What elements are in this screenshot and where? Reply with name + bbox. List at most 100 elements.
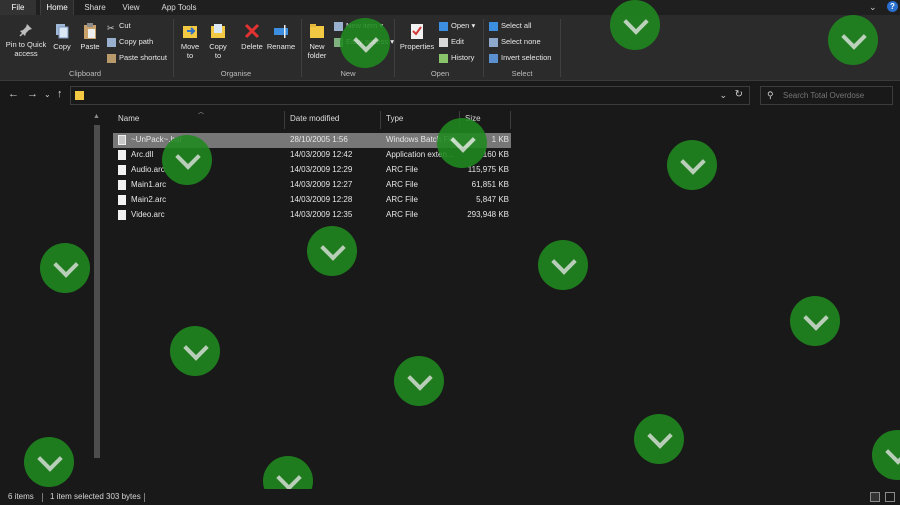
- recent-locations-chevron-icon[interactable]: ⌄: [44, 90, 51, 99]
- help-icon[interactable]: ?: [887, 1, 898, 12]
- rename-button[interactable]: Rename: [266, 22, 296, 51]
- file-row[interactable]: Arc.dll 14/03/2009 12:42 Application ext…: [113, 148, 511, 163]
- paste-shortcut-icon: [107, 53, 116, 63]
- tab-share[interactable]: Share: [78, 0, 112, 15]
- file-icon: [118, 165, 126, 175]
- file-row[interactable]: Main2.arc 14/03/2009 12:28 ARC File 5,84…: [113, 193, 511, 208]
- select-group-label: Select: [511, 69, 533, 78]
- new-item-button[interactable]: New item ▾: [334, 20, 383, 32]
- copy-to-button[interactable]: Copy to: [206, 22, 230, 60]
- back-arrow-icon[interactable]: ←: [8, 88, 19, 100]
- column-size[interactable]: Size: [465, 114, 481, 123]
- paste-button[interactable]: Paste: [78, 22, 102, 51]
- easy-access-button[interactable]: Easy access ▾: [334, 36, 394, 48]
- tab-file[interactable]: File: [0, 0, 36, 15]
- organise-group-label: Organise: [220, 69, 252, 78]
- dll-file-icon: [118, 150, 126, 160]
- file-type: Windows Batch File: [386, 135, 457, 144]
- scissors-icon: ✂: [107, 22, 115, 33]
- scroll-up-icon[interactable]: ▲: [93, 113, 100, 120]
- properties-label: Properties: [399, 42, 435, 51]
- select-all-label: Select all: [501, 21, 532, 30]
- delete-icon: [244, 23, 260, 39]
- file-type: ARC File: [386, 210, 419, 219]
- column-divider[interactable]: [284, 111, 285, 129]
- file-name: ~UnPack~.bat: [131, 135, 182, 144]
- file-icon: [118, 180, 126, 190]
- new-folder-button[interactable]: New folder: [305, 22, 329, 60]
- copy-icon: [56, 24, 69, 39]
- easy-access-icon: [334, 37, 343, 47]
- select-none-button[interactable]: Select none: [489, 36, 541, 48]
- history-label: History: [451, 53, 475, 62]
- copy-path-button[interactable]: Copy path: [107, 36, 153, 48]
- open-icon: [439, 21, 448, 31]
- sort-indicator-icon: ︿: [198, 110, 205, 116]
- edit-icon: [439, 37, 448, 47]
- search-input[interactable]: [783, 89, 888, 102]
- paste-shortcut-button[interactable]: Paste shortcut: [107, 52, 167, 64]
- edit-label: Edit: [451, 37, 464, 46]
- watermark-logo-icon: [667, 140, 717, 190]
- pin-to-quick-access-button[interactable]: Pin to Quick access: [3, 22, 49, 58]
- details-view-icon[interactable]: [870, 492, 880, 502]
- column-divider[interactable]: [510, 111, 511, 129]
- status-divider: [144, 493, 145, 502]
- search-box[interactable]: ⚲: [760, 86, 893, 105]
- history-button[interactable]: History: [439, 52, 474, 64]
- up-arrow-icon[interactable]: ↑: [57, 88, 63, 100]
- group-divider: [560, 19, 561, 77]
- properties-button[interactable]: Properties: [398, 22, 436, 51]
- copy-to-label: Copy to: [209, 42, 227, 60]
- file-row[interactable]: Video.arc 14/03/2009 12:35 ARC File 293,…: [113, 208, 511, 223]
- column-divider[interactable]: [380, 111, 381, 129]
- edit-button[interactable]: Edit: [439, 36, 464, 48]
- file-icon: [118, 195, 126, 205]
- cut-button[interactable]: ✂ Cut: [107, 20, 131, 33]
- new-folder-label: New folder: [307, 42, 327, 60]
- status-divider: [42, 493, 43, 502]
- column-name[interactable]: Name: [118, 114, 139, 123]
- vertical-scrollbar[interactable]: ▲: [92, 113, 102, 488]
- minimize-ribbon-icon[interactable]: ⌄: [869, 2, 877, 13]
- watermark-logo-icon: [307, 226, 357, 276]
- open-group-label: Open: [430, 69, 450, 78]
- file-size: 293,948 KB: [467, 210, 509, 219]
- file-row[interactable]: Main1.arc 14/03/2009 12:27 ARC File 61,8…: [113, 178, 511, 193]
- forward-arrow-icon[interactable]: →: [27, 88, 38, 100]
- large-icons-view-icon[interactable]: [885, 492, 895, 502]
- address-dropdown-icon[interactable]: ⌄: [719, 90, 727, 101]
- navigation-pane: [0, 109, 92, 489]
- file-row[interactable]: ~UnPack~.bat 28/10/2005 1:56 Windows Bat…: [113, 133, 511, 148]
- tab-app-tools[interactable]: App Tools: [153, 0, 205, 15]
- open-button[interactable]: Open ▾: [439, 20, 475, 32]
- clipboard-group-label: Clipboard: [68, 69, 102, 78]
- invert-selection-button[interactable]: Invert selection: [489, 52, 551, 64]
- file-type: ARC File: [386, 180, 419, 189]
- selection-info: 1 item selected 303 bytes: [50, 492, 141, 501]
- file-row[interactable]: Audio.arc 14/03/2009 12:29 ARC File 115,…: [113, 163, 511, 178]
- move-to-button[interactable]: Move to: [178, 22, 202, 60]
- pin-label: Pin to Quick access: [5, 40, 47, 58]
- file-name: Arc.dll: [131, 150, 154, 159]
- search-icon: ⚲: [767, 90, 774, 100]
- column-date-modified[interactable]: Date modified: [290, 114, 339, 123]
- file-date: 28/10/2005 1:56: [290, 135, 348, 144]
- paste-shortcut-label: Paste shortcut: [119, 53, 167, 62]
- file-type: ARC File: [386, 195, 419, 204]
- tab-view[interactable]: View: [114, 0, 148, 15]
- address-bar[interactable]: ⌄ ↻: [70, 86, 750, 105]
- column-divider[interactable]: [459, 111, 460, 129]
- tab-home[interactable]: Home: [40, 0, 74, 15]
- copy-button[interactable]: Copy: [50, 22, 74, 51]
- copy-path-label: Copy path: [119, 37, 154, 46]
- pin-icon: [19, 24, 32, 37]
- column-type[interactable]: Type: [386, 114, 403, 123]
- new-item-label: New item: [346, 21, 378, 30]
- rename-label: Rename: [266, 42, 296, 51]
- address-row: ← → ⌄ ↑ ⌄ ↻ ⚲: [0, 82, 900, 109]
- delete-button[interactable]: Delete: [238, 22, 266, 51]
- refresh-icon[interactable]: ↻: [735, 89, 743, 100]
- select-all-button[interactable]: Select all: [489, 20, 531, 32]
- scrollbar-thumb[interactable]: [94, 125, 100, 458]
